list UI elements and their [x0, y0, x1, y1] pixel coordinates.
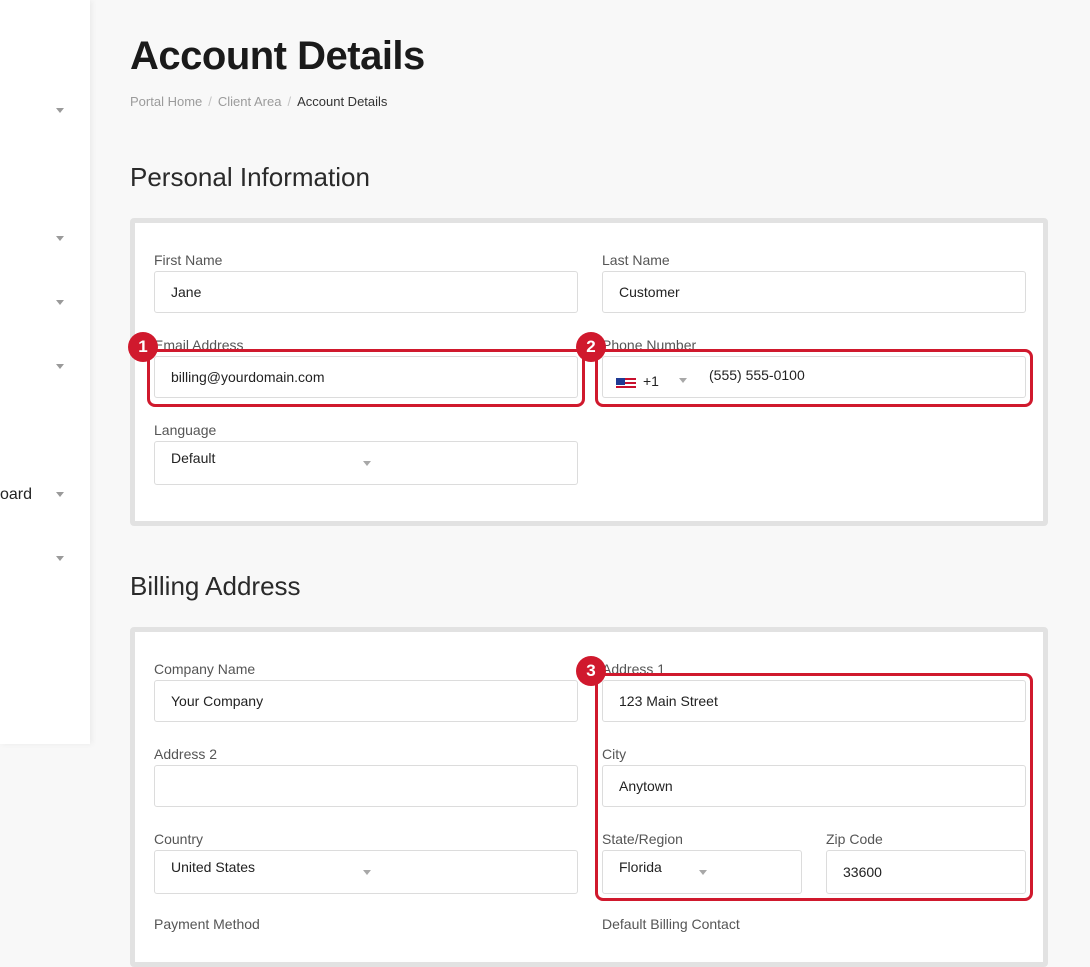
address2-label: Address 2 — [154, 746, 218, 762]
billing-address-heading: Billing Address — [130, 571, 301, 601]
last-name-input[interactable]: Customer — [602, 271, 1026, 313]
breadcrumb-current: Account Details — [297, 94, 388, 109]
country-select[interactable]: United States — [154, 850, 578, 894]
chevron-down-icon[interactable] — [56, 492, 64, 497]
phone-highlight — [595, 349, 1033, 407]
personal-info-heading: Personal Information — [130, 162, 370, 192]
chevron-down-icon[interactable] — [56, 300, 64, 305]
first-name-input[interactable]: Jane — [154, 271, 578, 313]
chevron-down-icon[interactable] — [56, 364, 64, 369]
breadcrumb-client-area[interactable]: Client Area — [218, 94, 282, 109]
language-value: Default — [171, 450, 216, 466]
sidebar-item-label[interactable]: oard — [0, 486, 32, 504]
chevron-down-icon[interactable] — [56, 556, 64, 561]
last-name-label: Last Name — [602, 252, 670, 268]
page-title: Account Details — [130, 34, 425, 78]
default-billing-contact-label: Default Billing Contact — [602, 916, 740, 932]
step-badge-3: 3 — [576, 656, 606, 686]
step-badge-2: 2 — [576, 332, 606, 362]
breadcrumb: Portal Home / Client Area / Account Details — [130, 94, 387, 109]
address-highlight — [595, 673, 1033, 901]
breadcrumb-separator: / — [287, 94, 292, 109]
chevron-down-icon — [363, 461, 371, 466]
company-name-label: Company Name — [154, 661, 256, 677]
chevron-down-icon[interactable] — [56, 108, 64, 113]
payment-method-label: Payment Method — [154, 916, 260, 932]
chevron-down-icon[interactable] — [56, 236, 64, 241]
address2-input[interactable] — [154, 765, 578, 807]
company-name-input[interactable]: Your Company — [154, 680, 578, 722]
sidebar: oard — [0, 0, 90, 744]
country-label: Country — [154, 831, 204, 847]
language-label: Language — [154, 422, 217, 438]
country-value: United States — [171, 859, 256, 875]
breadcrumb-separator: / — [208, 94, 212, 109]
language-select[interactable]: Default — [154, 441, 578, 485]
email-highlight — [147, 349, 585, 407]
step-badge-1: 1 — [128, 332, 158, 362]
breadcrumb-portal-home[interactable]: Portal Home — [130, 94, 202, 109]
first-name-label: First Name — [154, 252, 223, 268]
chevron-down-icon — [363, 870, 371, 875]
